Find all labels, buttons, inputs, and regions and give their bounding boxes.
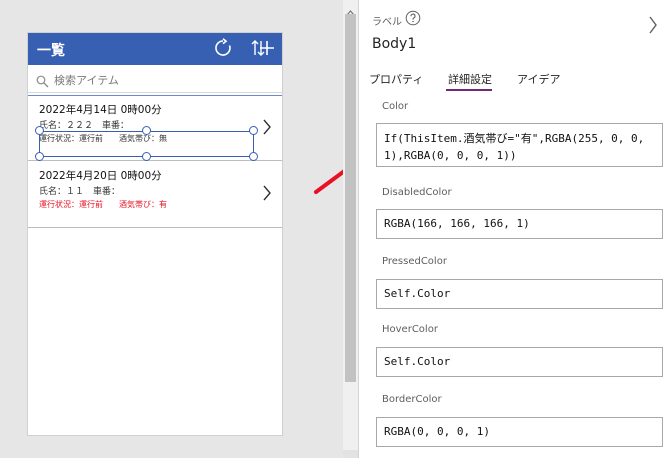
refresh-icon[interactable] — [212, 37, 234, 59]
chevron-right-icon[interactable] — [648, 16, 658, 38]
panel-tabs: プロパティ 詳細設定 アイデア — [359, 68, 671, 92]
formula-input-disabledcolor[interactable]: RGBA(166, 166, 166, 1) — [376, 209, 663, 239]
control-name[interactable]: Body1 — [372, 36, 416, 52]
tab-ideas[interactable]: アイデア — [517, 71, 560, 87]
scrollbar-thumb[interactable] — [345, 14, 356, 382]
resize-handle[interactable] — [35, 126, 44, 135]
item-status: 運行状況：運行前 — [39, 200, 103, 209]
item-name-line: 氏名：２２２ 車番： — [39, 121, 130, 131]
chevron-right-icon[interactable] — [262, 185, 272, 205]
resize-handle[interactable] — [142, 126, 151, 135]
gallery-item[interactable]: 2022年4月20日 0時00分 氏名：１１ 車番： 運行状況：運行前 酒気帯び：… — [28, 162, 282, 228]
resize-handle[interactable] — [142, 152, 151, 161]
prop-label-pressedcolor: PressedColor — [382, 256, 447, 267]
tab-properties[interactable]: プロパティ — [369, 71, 423, 87]
formula-input-hovercolor[interactable]: Self.Color — [376, 347, 663, 377]
active-tab-indicator — [446, 89, 492, 91]
search-input[interactable] — [54, 71, 274, 89]
item-status-line: 運行状況：運行前 酒気帯び：有 — [39, 199, 167, 210]
prop-label-bordercolor: BorderColor — [382, 394, 442, 405]
app-title: 一覧 — [37, 43, 65, 59]
resize-handle[interactable] — [35, 152, 44, 161]
resize-handle[interactable] — [249, 126, 258, 135]
item-alcohol: 酒気帯び：有 — [119, 200, 167, 209]
search-bar — [28, 67, 282, 93]
resize-handle[interactable] — [249, 152, 258, 161]
tab-advanced[interactable]: 詳細設定 — [448, 71, 492, 87]
prop-label-hovercolor: HoverColor — [382, 324, 438, 335]
formula-input-pressedcolor[interactable]: Self.Color — [376, 279, 663, 309]
canvas-area: 一覧 2022年4月14日 0時00分 氏名：２２２ 車番： 運行状況：運行前 酒… — [0, 0, 366, 458]
control-type-label: ラベル — [372, 17, 402, 28]
item-date: 2022年4月14日 0時00分 — [39, 104, 162, 116]
item-date: 2022年4月20日 0時00分 — [39, 170, 162, 182]
item-name-line: 氏名：１１ 車番： — [39, 187, 121, 197]
formula-input-bordercolor[interactable]: RGBA(0, 0, 0, 1) — [376, 417, 663, 447]
add-icon[interactable] — [256, 37, 278, 59]
app-screen: 一覧 2022年4月14日 0時00分 氏名：２２２ 車番： 運行状況：運行前 酒… — [27, 32, 283, 436]
prop-label-disabledcolor: DisabledColor — [382, 187, 452, 198]
canvas-scrollbar[interactable] — [343, 0, 358, 458]
formula-input-color[interactable]: If(ThisItem.酒気帯び="有",RGBA(255, 0, 0, 1),… — [376, 123, 663, 167]
help-icon[interactable] — [405, 10, 421, 30]
search-icon — [36, 73, 49, 92]
chevron-right-icon[interactable] — [262, 119, 272, 139]
properties-panel: ラベル Body1 プロパティ 詳細設定 アイデア Color If(ThisI… — [358, 0, 671, 458]
corner-divider — [343, 450, 358, 458]
app-header: 一覧 — [28, 33, 282, 65]
prop-label-color: Color — [382, 101, 409, 112]
